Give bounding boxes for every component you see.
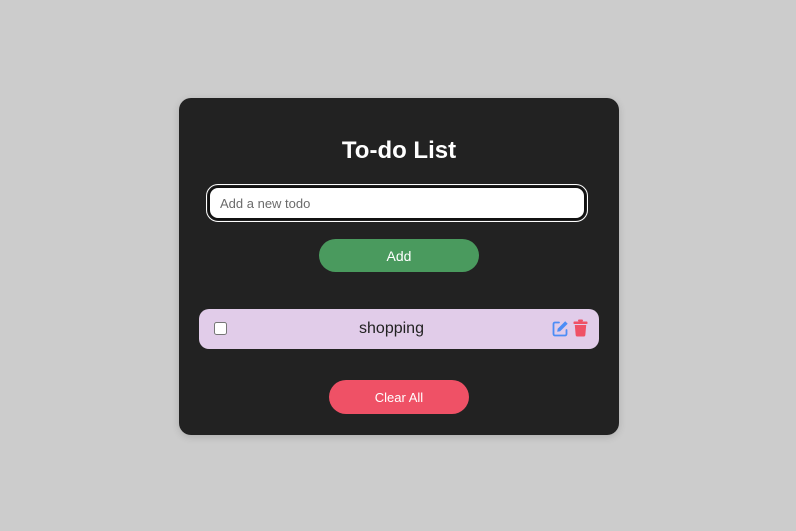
page-title: To-do List: [341, 137, 457, 164]
clear-all-button[interactable]: Clear All: [329, 380, 469, 414]
todo-item: shopping: [199, 309, 599, 349]
todo-text: shopping: [359, 320, 424, 337]
edit-icon[interactable]: [552, 320, 569, 337]
todo-card: To-do List Add shopping Clear All: [179, 98, 619, 435]
todo-input[interactable]: [206, 184, 588, 222]
todo-checkbox[interactable]: [214, 322, 227, 335]
add-button[interactable]: Add: [319, 239, 479, 272]
trash-icon[interactable]: [573, 319, 588, 337]
